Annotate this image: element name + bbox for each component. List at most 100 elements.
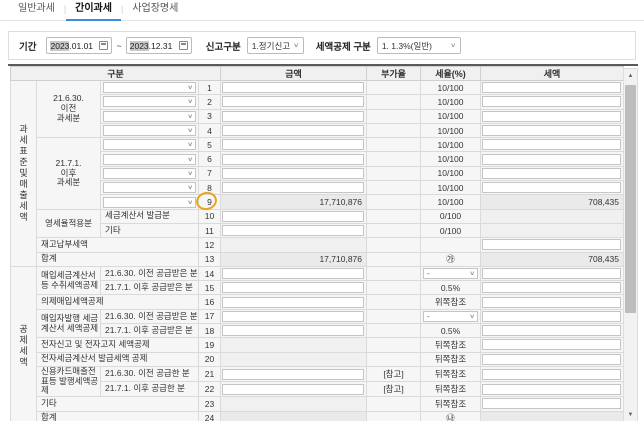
row-number: 12 <box>199 238 221 252</box>
tax-input[interactable] <box>482 111 621 122</box>
scroll-down-icon[interactable]: ▼ <box>624 408 637 421</box>
tax-cell <box>481 238 624 252</box>
amount-cell <box>221 338 367 352</box>
calendar-icon[interactable] <box>179 41 188 50</box>
tax-input[interactable] <box>482 297 621 308</box>
tax-input[interactable] <box>482 282 621 293</box>
tab-business-detail[interactable]: 사업장명세 <box>132 0 178 20</box>
bugaryul-cell <box>367 138 421 152</box>
date-to-input[interactable]: 2023.12.31 <box>126 37 192 54</box>
tab-separator: | <box>64 4 66 14</box>
tax-rate-cell: 위쪽참조 <box>421 295 481 309</box>
table-row: 21.7.1. 이후 공급한 분22[참고]뒤쪽참조 <box>11 382 624 397</box>
tax-input[interactable] <box>482 369 621 380</box>
item-select[interactable]: ∨ <box>103 168 196 179</box>
amount-input[interactable] <box>222 211 364 222</box>
report-type-select[interactable]: 1.정기신고 ∨ <box>247 37 304 54</box>
item-select[interactable]: ∨ <box>103 111 196 122</box>
tax-input[interactable] <box>482 239 621 250</box>
amount-input[interactable] <box>222 125 364 136</box>
date-from-input[interactable]: 2023.01.01 <box>46 37 112 54</box>
tax-input[interactable] <box>482 384 621 395</box>
item-select[interactable]: ∨ <box>103 139 196 150</box>
amount-input[interactable] <box>222 297 364 308</box>
bugaryul-cell <box>367 295 421 309</box>
item-select[interactable]: ∨ <box>103 197 196 208</box>
tax-input[interactable] <box>482 339 621 350</box>
amount-input[interactable] <box>222 369 364 380</box>
tax-rate-select[interactable]: -∨ <box>423 268 478 279</box>
tax-rate-cell: 10/100 <box>421 152 481 166</box>
bugaryul-cell <box>367 166 421 180</box>
amount-cell <box>221 223 367 237</box>
tax-input[interactable] <box>482 154 621 165</box>
tax-input[interactable] <box>482 311 621 322</box>
tax-rate-cell: 0/100 <box>421 209 481 223</box>
deduction-type-label: 세액공제 구분 <box>316 39 371 53</box>
amount-input[interactable] <box>222 111 364 122</box>
item-select-cell: ∨ <box>101 152 199 166</box>
amount-input[interactable] <box>222 311 364 322</box>
report-type-label: 신고구분 <box>206 39 241 53</box>
tax-rate-cell: 10/100 <box>421 166 481 180</box>
amount-input[interactable] <box>222 139 364 150</box>
item-select[interactable]: ∨ <box>103 125 196 136</box>
amount-cell <box>221 324 367 338</box>
amount-input[interactable] <box>222 82 364 93</box>
item-select-cell: ∨ <box>101 181 199 195</box>
item-select[interactable]: ∨ <box>103 182 196 193</box>
scroll-up-icon[interactable]: ▲ <box>624 69 637 83</box>
row-number: 11 <box>199 223 221 237</box>
tax-input[interactable] <box>482 125 621 136</box>
amount-input[interactable] <box>222 154 364 165</box>
tax-input[interactable] <box>482 168 621 179</box>
tax-rate-cell: ㉯ <box>421 411 481 421</box>
table-row: ∨917,710,87610/100708,435 <box>11 195 624 209</box>
amount-input[interactable] <box>222 282 364 293</box>
tax-input[interactable] <box>482 325 621 336</box>
amount-input[interactable] <box>222 96 364 107</box>
tax-input[interactable] <box>482 139 621 150</box>
deduction-type-select[interactable]: 1. 1.3%(일반) ∨ <box>377 37 461 54</box>
row-number: 6 <box>199 152 221 166</box>
tax-input[interactable] <box>482 182 621 193</box>
amount-input[interactable] <box>222 168 364 179</box>
tax-value: 708,435 <box>481 252 624 266</box>
item-select[interactable]: ∨ <box>103 96 196 107</box>
bugaryul-cell <box>367 411 421 421</box>
tax-input[interactable] <box>482 82 621 93</box>
amount-input[interactable] <box>222 268 364 279</box>
item-select[interactable]: ∨ <box>103 82 196 93</box>
bugaryul-cell <box>367 209 421 223</box>
amount-input[interactable] <box>222 182 364 193</box>
tax-input[interactable] <box>482 268 621 279</box>
table-row: ∨710/100 <box>11 166 624 180</box>
scrollbar-thumb[interactable] <box>625 85 636 313</box>
table-row: 과세표준및매출세액21.6.30. 이전 과세분∨110/100 <box>11 81 624 95</box>
amount-cell <box>221 109 367 123</box>
tax-input[interactable] <box>482 96 621 107</box>
tab-simplified-taxation[interactable]: 간이과세 <box>75 0 112 20</box>
item-select-cell: ∨ <box>101 123 199 137</box>
tax-rate-cell <box>421 238 481 252</box>
table-row: 영세율적용분세금계산서 발급분100/100 <box>11 209 624 223</box>
tax-rate-select[interactable]: -∨ <box>423 311 478 322</box>
amount-input[interactable] <box>222 384 364 395</box>
tax-cell <box>481 95 624 109</box>
calendar-icon[interactable] <box>99 41 108 50</box>
amount-input[interactable] <box>222 225 364 236</box>
table-row: 공제세액매입세금계산서 등 수취세액공제21.6.30. 이전 공급받은 분14… <box>11 266 624 280</box>
select-value: - <box>427 269 430 278</box>
vertical-scrollbar[interactable]: ▲ ▼ <box>623 68 638 421</box>
chevron-down-icon: ∨ <box>187 98 193 105</box>
item-select[interactable]: ∨ <box>103 154 196 165</box>
sub-label: 21.6.30. 이전 공급받은 분 <box>101 266 199 280</box>
amount-input[interactable] <box>222 325 364 336</box>
tab-general-taxation[interactable]: 일반과세 <box>18 0 55 20</box>
bugaryul-cell <box>367 95 421 109</box>
simplified-tax-report-page: 일반과세 | 간이과세 | 사업장명세 기간 2023.01.01 ~ 2023… <box>0 0 644 421</box>
tax-input[interactable] <box>482 354 621 365</box>
tax-input[interactable] <box>482 398 621 409</box>
date-to-value: 2023.12.31 <box>130 41 173 51</box>
tax-cell <box>481 181 624 195</box>
